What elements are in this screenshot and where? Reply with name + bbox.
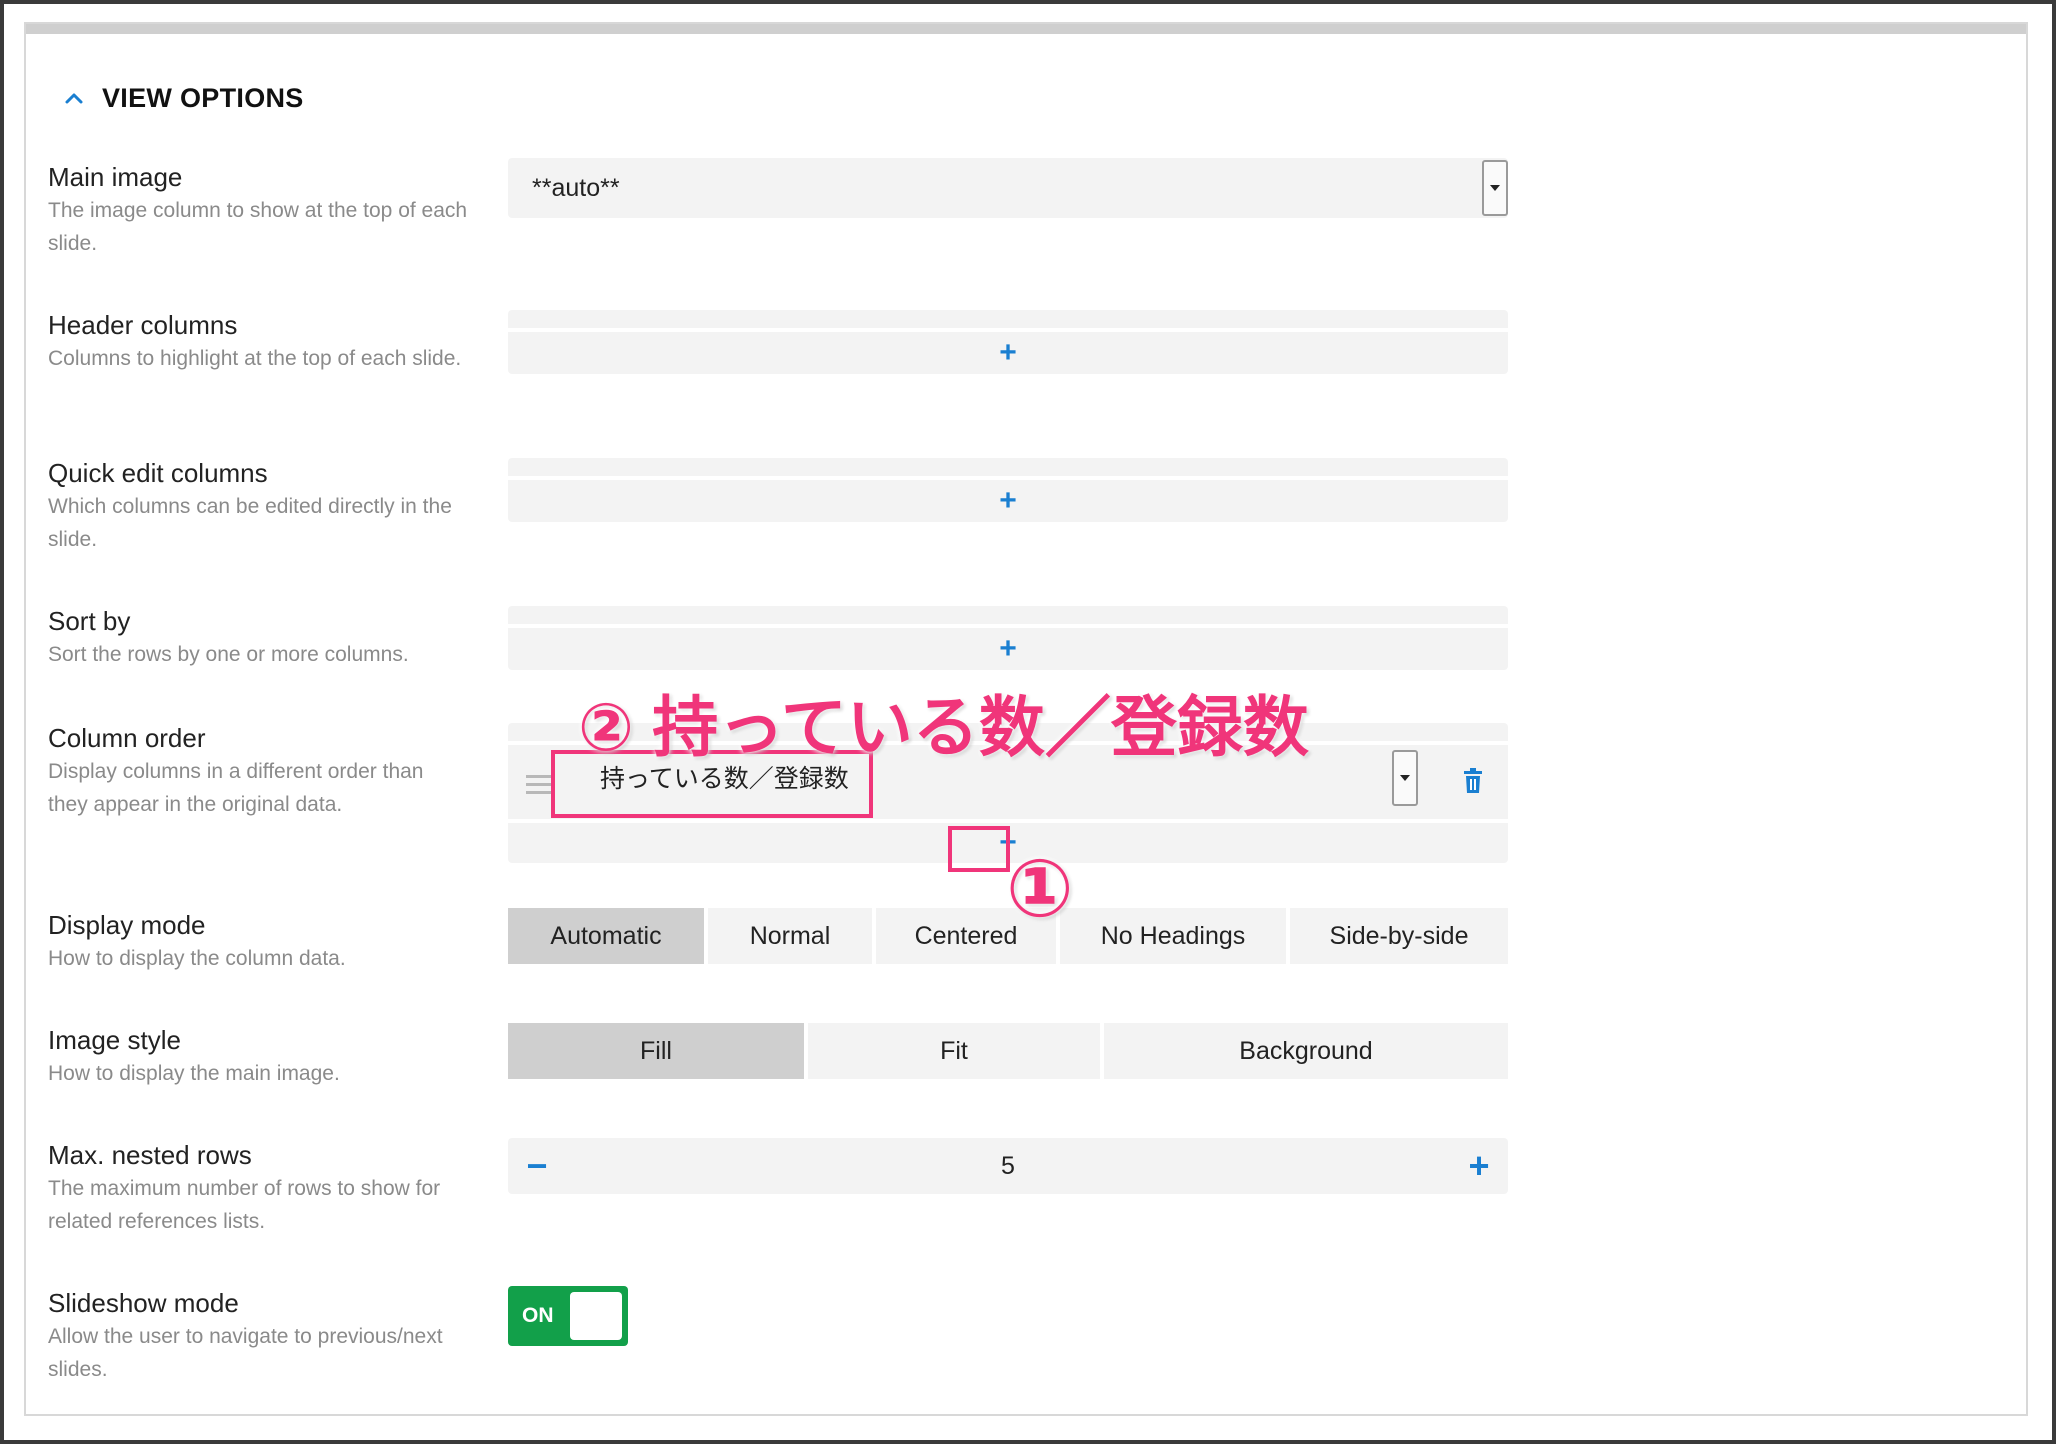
plus-icon: + bbox=[999, 632, 1017, 665]
section-header[interactable]: VIEW OPTIONS bbox=[64, 76, 304, 120]
sort-by-label: Sort by bbox=[48, 606, 131, 636]
chevron-up-icon[interactable] bbox=[64, 88, 84, 108]
column-order-label: Column order bbox=[48, 723, 206, 753]
dropdown-arrow-icon[interactable] bbox=[1392, 750, 1418, 806]
toggle-label: ON bbox=[522, 1304, 554, 1327]
slideshow-desc: Allow the user to navigate to previous/n… bbox=[48, 1325, 443, 1381]
view-options-panel: VIEW OPTIONS Main image The image column… bbox=[24, 22, 2028, 1416]
display-mode-no-headings[interactable]: No Headings bbox=[1060, 908, 1286, 964]
quick-edit-label: Quick edit columns bbox=[48, 458, 268, 488]
slideshow-toggle[interactable]: ON bbox=[508, 1286, 628, 1346]
add-quick-edit-button[interactable]: + bbox=[508, 480, 1508, 522]
image-style-background[interactable]: Background bbox=[1104, 1023, 1508, 1079]
main-image-desc: The image column to show at the top of e… bbox=[48, 199, 468, 255]
panel-top-bar bbox=[26, 24, 2026, 34]
dropdown-arrow-icon[interactable] bbox=[1482, 160, 1508, 216]
toggle-knob bbox=[570, 1292, 622, 1340]
max-nested-value: 5 bbox=[1001, 1151, 1015, 1180]
section-title: VIEW OPTIONS bbox=[102, 82, 304, 113]
display-mode-label: Display mode bbox=[48, 910, 206, 940]
plus-icon: + bbox=[999, 484, 1017, 517]
add-header-column-button[interactable]: + bbox=[508, 332, 1508, 374]
header-columns-desc: Columns to highlight at the top of each … bbox=[48, 347, 462, 370]
sort-by-list bbox=[508, 606, 1508, 624]
annotation-box-add bbox=[948, 826, 1010, 872]
main-image-value: **auto** bbox=[532, 173, 620, 202]
image-style-label: Image style bbox=[48, 1025, 181, 1055]
quick-edit-desc: Which columns can be edited directly in … bbox=[48, 495, 452, 551]
add-sort-button[interactable]: + bbox=[508, 628, 1508, 670]
column-order-desc: Display columns in a different order tha… bbox=[48, 760, 424, 816]
max-nested-desc: The maximum number of rows to show for r… bbox=[48, 1177, 441, 1233]
display-mode-automatic[interactable]: Automatic bbox=[508, 908, 704, 964]
max-nested-stepper: − 5 + bbox=[508, 1138, 1508, 1194]
display-mode-side-by-side[interactable]: Side-by-side bbox=[1290, 908, 1508, 964]
image-style-desc: How to display the main image. bbox=[48, 1062, 340, 1085]
image-style-fill[interactable]: Fill bbox=[508, 1023, 804, 1079]
sort-by-desc: Sort the rows by one or more columns. bbox=[48, 643, 409, 666]
minus-icon[interactable]: − bbox=[522, 1148, 552, 1184]
display-mode-normal[interactable]: Normal bbox=[708, 908, 872, 964]
slideshow-label: Slideshow mode bbox=[48, 1288, 239, 1318]
main-image-select[interactable]: **auto** bbox=[508, 158, 1508, 218]
image-style-segmented: Fill Fit Background bbox=[508, 1023, 1508, 1079]
plus-icon[interactable]: + bbox=[1464, 1148, 1494, 1184]
header-columns-label: Header columns bbox=[48, 310, 238, 340]
image-style-fit[interactable]: Fit bbox=[808, 1023, 1100, 1079]
annotation-step2: ② 持っている数／登録数 bbox=[578, 690, 1309, 764]
display-mode-desc: How to display the column data. bbox=[48, 947, 346, 970]
trash-icon[interactable] bbox=[1462, 768, 1484, 794]
plus-icon: + bbox=[999, 336, 1017, 369]
drag-handle-icon[interactable] bbox=[526, 775, 552, 799]
annotation-step1: ① bbox=[1006, 844, 1074, 933]
max-nested-label: Max. nested rows bbox=[48, 1140, 252, 1170]
quick-edit-list bbox=[508, 458, 1508, 476]
header-columns-list bbox=[508, 310, 1508, 328]
main-image-label: Main image bbox=[48, 162, 183, 192]
